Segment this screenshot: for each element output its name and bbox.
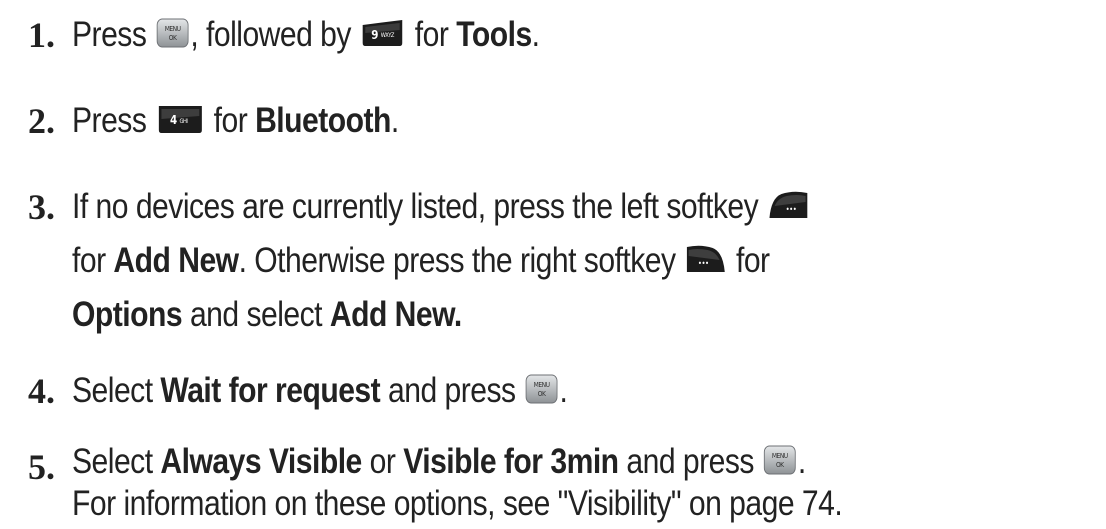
key-label: WXYZ: [381, 32, 395, 38]
step-bold-text: Bluetooth: [255, 101, 391, 140]
step-text: Press 4 GHI for Bluetooth.: [72, 94, 958, 148]
step-bold-text: Add New.: [329, 295, 462, 334]
step-number: 4.: [28, 371, 55, 411]
key-label: GHI: [179, 118, 188, 124]
step-bold-text: Always Visible: [160, 442, 362, 481]
key-label: •••: [698, 258, 709, 268]
right-softkey-icon: •••: [685, 244, 726, 274]
step-bold-text: Wait for request: [160, 371, 381, 410]
step-text: Select Wait for request and press MENU OK…: [72, 364, 958, 418]
menu-ok-key-icon: MENU OK: [763, 445, 797, 475]
key-label: 4: [170, 113, 177, 127]
step-text-run: and select: [182, 295, 330, 334]
step-text-run: .: [390, 101, 399, 140]
step-text-run: Select: [72, 442, 161, 481]
key-label: OK: [168, 33, 177, 42]
step-text-run: for: [205, 101, 256, 140]
key-label: 9: [372, 28, 379, 42]
step-bold-text: Tools: [456, 15, 532, 54]
key-label: OK: [538, 389, 547, 398]
step-bold-text: Options: [72, 295, 183, 334]
step-text-run: or: [361, 442, 404, 481]
step-text-run: Press: [72, 101, 155, 140]
step-number: 1.: [28, 15, 55, 55]
menu-ok-key-icon: MENU OK: [525, 374, 558, 404]
step-line: Options and select Add New.: [72, 288, 958, 342]
step-text: If no devices are currently listed, pres…: [72, 180, 958, 342]
step-text-run: .: [531, 15, 540, 54]
step-line: If no devices are currently listed, pres…: [72, 180, 958, 234]
step-line: For information on these options, see "V…: [72, 484, 958, 524]
step-text-run: and press: [380, 371, 524, 410]
nine-wxyz-key-icon: 9 WXYZ: [361, 19, 406, 47]
step-text: Select Always Visible or Visible for 3mi…: [72, 440, 958, 524]
step-number: 5.: [28, 447, 55, 487]
step-text-run: Press: [72, 15, 155, 54]
key-label: MENU: [772, 451, 789, 460]
step-text-run: .: [559, 371, 568, 410]
key-label: •••: [786, 204, 797, 214]
step-number: 3.: [28, 187, 55, 227]
left-softkey-icon: •••: [768, 190, 809, 220]
step-text-run: For information on these options, see "V…: [72, 484, 843, 523]
four-ghi-key-icon: 4 GHI: [156, 104, 204, 134]
key-label: OK: [776, 460, 785, 469]
step-text-run: for: [406, 15, 457, 54]
step-text-run: for: [728, 241, 770, 280]
instruction-page: 1. Press MENU OK, followed by 9 WXYZ for T…: [0, 0, 1106, 529]
menu-ok-key-icon: MENU OK: [156, 18, 189, 48]
step-text-run: . Otherwise press the right softkey: [238, 241, 684, 280]
step-text-run: If no devices are currently listed, pres…: [72, 187, 766, 226]
step-bold-text: Add New: [113, 241, 239, 280]
step-text: Press MENU OK, followed by 9 WXYZ for Tool…: [72, 8, 958, 62]
step-text-run: , followed by: [190, 15, 359, 54]
step-line: for Add New. Otherwise press the right s…: [72, 234, 958, 288]
key-label: MENU: [164, 24, 181, 33]
key-label: MENU: [534, 380, 551, 389]
step-line: Select Always Visible or Visible for 3mi…: [72, 440, 958, 484]
step-number: 2.: [28, 101, 55, 141]
step-text-run: .: [797, 442, 806, 481]
step-text-run: and press: [618, 442, 762, 481]
step-text-run: for: [72, 241, 114, 280]
step-bold-text: Visible for 3min: [403, 442, 619, 481]
step-text-run: Select: [72, 371, 161, 410]
